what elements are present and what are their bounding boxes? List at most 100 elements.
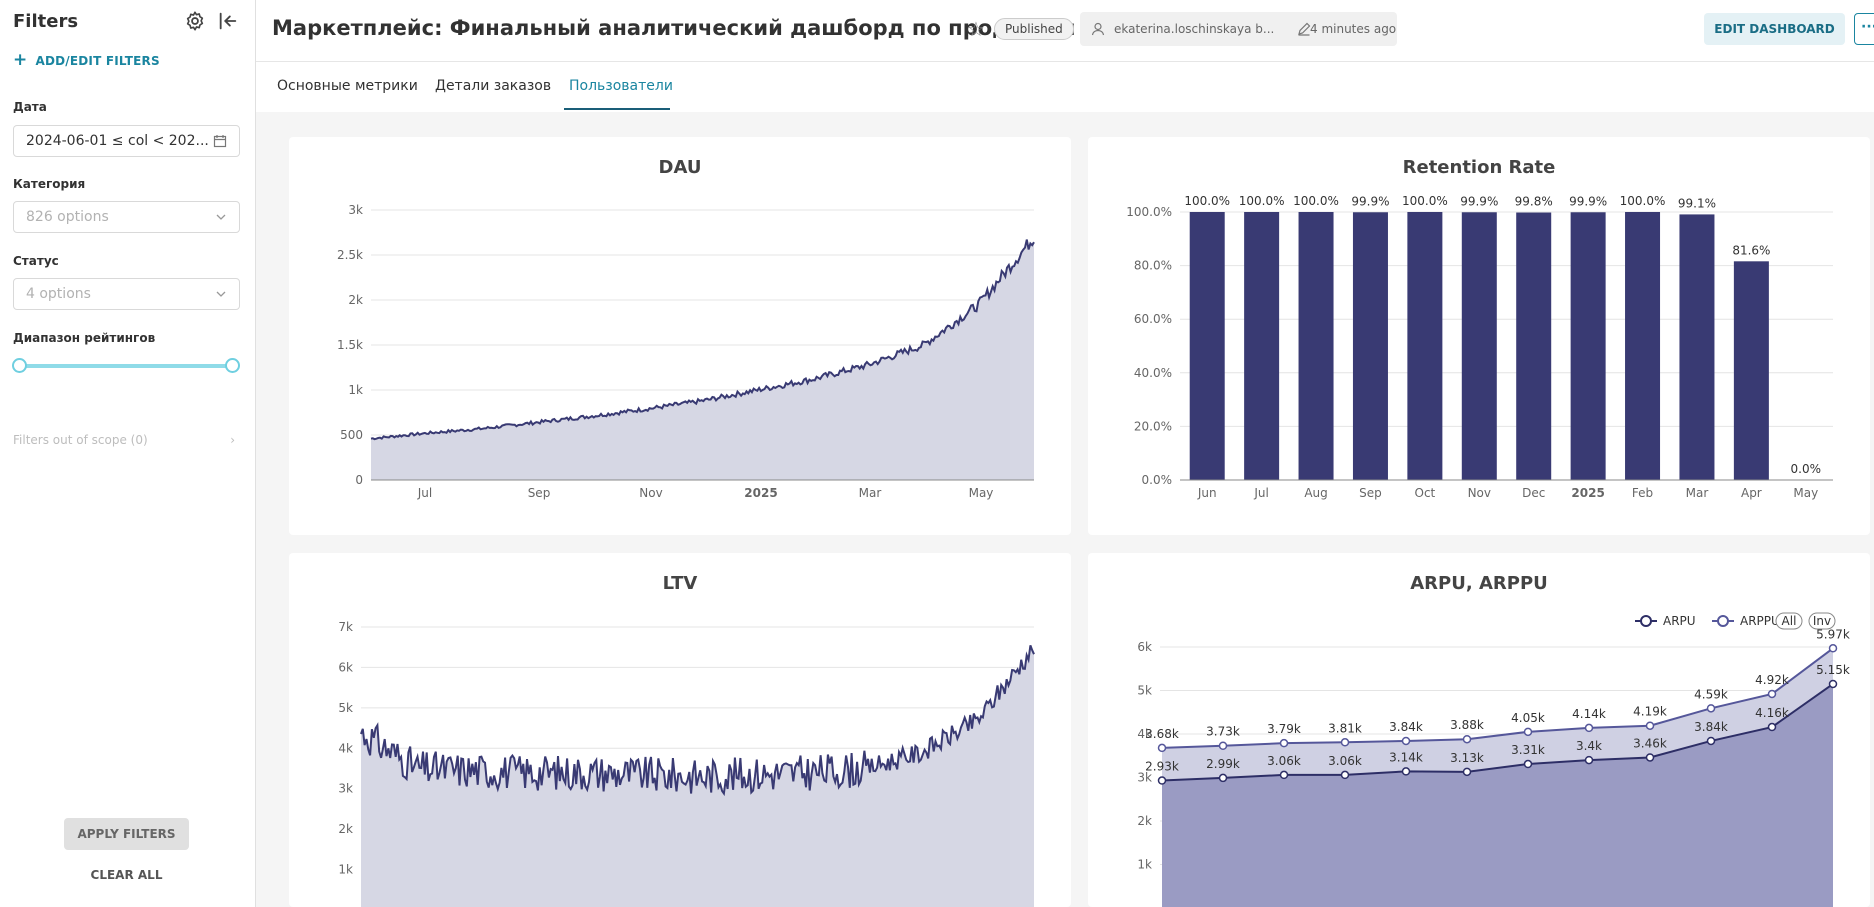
dau-y-tick: 2.5k bbox=[337, 248, 363, 262]
arpu-y-tick: 5k bbox=[1137, 684, 1152, 698]
retention-bar bbox=[1298, 212, 1334, 480]
arpu-chart: 1k2k3k4k5k6k3.68k 3.73k 3.79k 3.81k 3.84k 3.8… bbox=[1137, 612, 1850, 907]
dau-x-tick: Jul bbox=[417, 486, 432, 500]
rating-range-min-handle[interactable] bbox=[12, 358, 27, 373]
add-edit-filters-button[interactable]: + ADD/EDIT FILTERS bbox=[13, 52, 160, 69]
arpu-data-label: 2.99k bbox=[1206, 757, 1240, 771]
filter-label-status: Статус bbox=[13, 254, 59, 268]
ltv-chart-card: LTV 1k 2k 3k 4k 5k 6k 7k bbox=[289, 553, 1071, 907]
arpu-point bbox=[1462, 767, 1472, 777]
arpu-point bbox=[1523, 759, 1533, 769]
arppu-point bbox=[1706, 704, 1716, 713]
legend-button-label: All bbox=[1782, 614, 1797, 628]
arpu-chart-card: ARPU, ARPPU 1k 2k 3k 4k 5k 6k 3.68k 3.73k 3.79k 3… bbox=[1088, 553, 1870, 907]
retention-x-tick: Aug bbox=[1304, 486, 1327, 500]
filters-out-of-scope[interactable]: Filters out of scope (0) › bbox=[13, 433, 235, 447]
retention-bar-label: 99.9% bbox=[1351, 194, 1389, 208]
arppu-point bbox=[1279, 738, 1289, 748]
retention-y-tick: 60.0% bbox=[1134, 312, 1172, 326]
arppu-point bbox=[1462, 734, 1472, 744]
arpu-data-label: 3.46k bbox=[1633, 736, 1667, 750]
arppu-point bbox=[1767, 689, 1777, 699]
more-options-button[interactable]: ··· bbox=[1854, 13, 1874, 45]
retention-bar-label: 100.0% bbox=[1402, 194, 1448, 208]
dau-area bbox=[371, 239, 1034, 480]
arppu-data-label: 4.92k bbox=[1755, 673, 1789, 687]
dau-y-tick: 0 bbox=[355, 473, 363, 487]
owner-name: ekaterina.loschinskaya b... bbox=[1114, 22, 1274, 36]
retention-bar bbox=[1461, 212, 1497, 480]
metadata-bar: ekaterina.loschinskaya b... 4 minutes ag… bbox=[1080, 12, 1397, 46]
retention-y-tick: 40.0% bbox=[1134, 366, 1172, 380]
filter-label-date: Дата bbox=[13, 100, 47, 114]
arpu-point bbox=[1340, 770, 1350, 780]
date-filter-input[interactable]: 2024-06-01 ≤ col < 202... bbox=[13, 125, 240, 157]
status-filter-select[interactable]: 4 options bbox=[13, 278, 240, 310]
arpu-point bbox=[1767, 722, 1777, 732]
arpu-data-label: 3.84k bbox=[1694, 720, 1728, 734]
retention-bar-label: 100.0% bbox=[1293, 194, 1339, 208]
arppu-point bbox=[1157, 743, 1167, 753]
dashboard-tabs: Основные метрики Детали заказов Пользова… bbox=[256, 62, 1874, 112]
retention-y-tick: 0.0% bbox=[1142, 473, 1173, 487]
collapse-icon[interactable] bbox=[217, 10, 239, 32]
retention-bar-label: 99.8% bbox=[1515, 195, 1553, 209]
category-filter-value: 826 options bbox=[26, 209, 109, 225]
arppu-point bbox=[1340, 738, 1350, 747]
arpu-data-label: 3.31k bbox=[1511, 743, 1545, 757]
retention-bar-label: 81.6% bbox=[1732, 243, 1770, 257]
arppu-point bbox=[1523, 727, 1533, 737]
filter-label-rating-range: Диапазон рейтингов bbox=[13, 331, 156, 345]
arpu-data-label: 3.13k bbox=[1450, 751, 1484, 765]
apply-filters-button[interactable]: APPLY FILTERS bbox=[64, 818, 189, 850]
arppu-point bbox=[1218, 741, 1228, 750]
active-tab-indicator bbox=[564, 108, 670, 110]
retention-chart-card: Retention Rate 0.0% 20.0% 40.0% 60.0% 80.0% 1… bbox=[1088, 137, 1870, 535]
retention-bar bbox=[1189, 212, 1225, 480]
dau-x-tick: Mar bbox=[859, 486, 882, 500]
retention-x-tick: Jun bbox=[1197, 486, 1217, 500]
retention-x-tick: Apr bbox=[1741, 486, 1762, 500]
arppu-data-label: 3.88k bbox=[1450, 718, 1484, 732]
retention-y-tick: 100.0% bbox=[1126, 205, 1172, 219]
retention-bar bbox=[1244, 212, 1280, 480]
arpu-data-label: 3.14k bbox=[1389, 750, 1423, 764]
filters-title: Filters bbox=[13, 11, 79, 32]
arppu-point bbox=[1645, 721, 1655, 730]
ltv-y-tick: 5k bbox=[338, 701, 353, 715]
dashboard-header: Маркетплейс: Финальный аналитический даш… bbox=[256, 0, 1874, 62]
arpu-point bbox=[1645, 753, 1655, 762]
retention-bar bbox=[1352, 212, 1388, 480]
arpu-point bbox=[1401, 767, 1411, 776]
tab-order-details[interactable]: Детали заказов bbox=[435, 78, 551, 94]
retention-chart: 0.0% 20.0% 40.0% 60.0% 80.0% 100.0% 100.0% Jun 1… bbox=[1126, 194, 1833, 500]
rating-range-max-handle[interactable] bbox=[225, 358, 240, 373]
date-filter-value: 2024-06-01 ≤ col < 202... bbox=[26, 133, 209, 149]
arpu-point bbox=[1157, 776, 1167, 785]
arppu-point bbox=[1828, 644, 1838, 653]
retention-x-tick: Oct bbox=[1415, 486, 1436, 500]
clear-all-button[interactable]: CLEAR ALL bbox=[64, 868, 189, 882]
retention-x-tick: Jul bbox=[1253, 486, 1268, 500]
arpu-y-tick: 6k bbox=[1137, 640, 1152, 654]
retention-x-tick: 2025 bbox=[1571, 486, 1604, 500]
rating-range-track[interactable] bbox=[19, 364, 233, 368]
retention-bar bbox=[1625, 212, 1661, 480]
filter-label-category: Категория bbox=[13, 177, 86, 191]
edit-dashboard-button[interactable]: EDIT DASHBOARD bbox=[1704, 13, 1845, 45]
arppu-data-label: 3.68k bbox=[1145, 727, 1179, 741]
ltv-y-tick: 1k bbox=[338, 863, 353, 877]
arppu-data-label: 4.14k bbox=[1572, 707, 1606, 721]
gear-icon[interactable] bbox=[184, 10, 206, 32]
arppu-point bbox=[1401, 736, 1411, 746]
retention-x-tick: Nov bbox=[1468, 486, 1491, 500]
arppu-data-label: 3.84k bbox=[1389, 720, 1423, 734]
arppu-data-label: 4.59k bbox=[1694, 687, 1728, 701]
category-filter-select[interactable]: 826 options bbox=[13, 201, 240, 233]
tab-users[interactable]: Пользователи bbox=[569, 78, 673, 94]
retention-bar-label: 100.0% bbox=[1239, 194, 1285, 208]
ltv-chart: 1k 2k 3k 4k 5k 6k 7k bbox=[338, 620, 1035, 907]
star-icon[interactable]: ☆ bbox=[967, 17, 985, 41]
tab-main-metrics[interactable]: Основные метрики bbox=[277, 78, 418, 94]
arpu-point bbox=[1706, 736, 1716, 746]
